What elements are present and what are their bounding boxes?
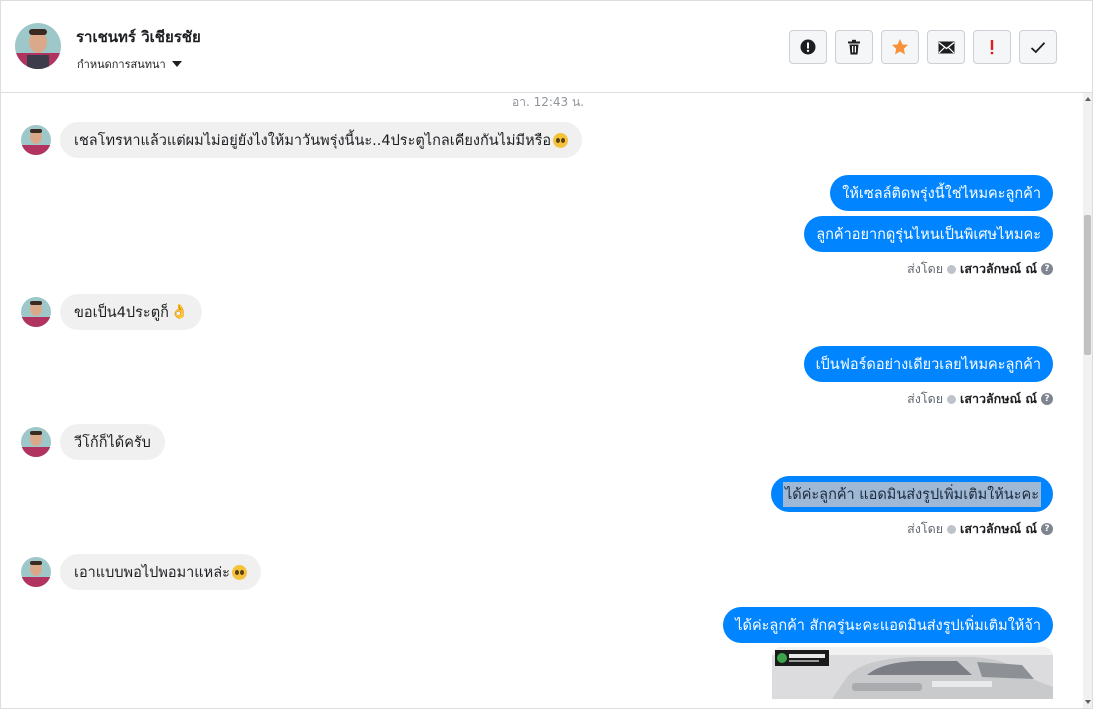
conversation-actions: [789, 30, 1057, 64]
mark-unread-button[interactable]: [927, 30, 965, 64]
assign-conversation-dropdown[interactable]: กำหนดการสนทนา: [77, 55, 182, 73]
help-icon[interactable]: ?: [1041, 523, 1053, 535]
contact-name[interactable]: ราเชนทร์ วิเชียรชัย: [76, 25, 201, 49]
message-text: ให้เซลล์ติดพรุ่งนี้ใช่ไหมคะลูกค้า: [842, 185, 1041, 202]
incoming-message: วีโก้ก็ได้ครับ: [21, 424, 165, 460]
message-thread[interactable]: อา. 12:43 น. เชลโทรหาแล้วแต่ผมไม่อยู่ยัง…: [1, 93, 1083, 708]
contact-avatar-small[interactable]: [21, 125, 51, 155]
help-icon[interactable]: ?: [1041, 393, 1053, 405]
scroll-down-icon[interactable]: [1085, 700, 1091, 704]
star-icon: [892, 39, 908, 55]
sender-name[interactable]: เสาวลักษณ์ ณ์: [960, 389, 1037, 409]
report-button[interactable]: [789, 30, 827, 64]
sender-name[interactable]: เสาวลักษณ์ ณ์: [960, 519, 1037, 539]
contact-avatar[interactable]: [15, 23, 61, 69]
outgoing-message[interactable]: เป็นฟอร์ดอย่างเดียวเลยไหมคะลูกค้า: [803, 346, 1053, 382]
contact-avatar-small[interactable]: [21, 557, 51, 587]
sent-by-prefix: ส่งโดย: [907, 521, 944, 536]
sent-by-label: ส่งโดย เสาวลักษณ์ ณ์ ?: [907, 519, 1053, 539]
star-button[interactable]: [881, 30, 919, 64]
important-button[interactable]: [973, 30, 1011, 64]
scroll-up-icon[interactable]: [1085, 97, 1091, 101]
outgoing-message[interactable]: ลูกค้าอยากดูรุ่นไหนเป็นพิเศษไหมคะ: [804, 216, 1053, 252]
thread-timestamp: อา. 12:43 น.: [512, 95, 584, 109]
contact-avatar-small[interactable]: [21, 427, 51, 457]
outgoing-message[interactable]: ได้ค่ะลูกค้า สักครู่นะคะแอดมินส่งรูปเพิ่…: [723, 607, 1053, 643]
messenger-conversation-window: ราเชนทร์ วิเชียรชัย กำหนดการสนทนา อา. 12…: [0, 0, 1093, 709]
caret-down-icon: [171, 61, 182, 67]
message-text: ลูกค้าอยากดูรุ่นไหนเป็นพิเศษไหมคะ: [816, 226, 1041, 243]
sent-by-prefix: ส่งโดย: [907, 391, 944, 406]
verified-icon: [947, 264, 957, 274]
sent-by-label: ส่งโดย เสาวลักษณ์ ณ์ ?: [907, 259, 1053, 279]
outgoing-message[interactable]: ให้เซลล์ติดพรุ่งนี้ใช่ไหมคะลูกค้า: [830, 175, 1053, 211]
done-button[interactable]: [1019, 30, 1057, 64]
delete-button[interactable]: [835, 30, 873, 64]
message-bubble[interactable]: ขอเป็น4ประตูก็ 👌: [60, 294, 203, 330]
message-bubble[interactable]: เชลโทรหาแล้วแต่ผมไม่อยู่ยังไงให้มาวันพรุ…: [60, 122, 583, 158]
pleading-face-icon: [553, 132, 569, 148]
incoming-message: เอาแบบพอไปพอมาแหล่ะ: [21, 554, 261, 590]
thread-scrollbar[interactable]: [1083, 93, 1092, 708]
assign-conversation-label: กำหนดการสนทนา: [77, 58, 166, 71]
help-icon[interactable]: ?: [1041, 263, 1053, 275]
message-bubble[interactable]: วีโก้ก็ได้ครับ: [60, 424, 165, 460]
sent-by-label: ส่งโดย เสาวลักษณ์ ณ์ ?: [907, 389, 1053, 409]
incoming-message: ขอเป็น4ประตูก็ 👌: [21, 294, 203, 330]
contact-avatar-small[interactable]: [21, 297, 51, 327]
alert-circle-icon: [800, 39, 816, 55]
check-icon: [1030, 41, 1046, 53]
message-text: วีโก้ก็ได้ครับ: [74, 434, 151, 451]
verified-icon: [947, 394, 957, 404]
ok-hand-icon: 👌: [170, 304, 189, 320]
incoming-message: เชลโทรหาแล้วแต่ผมไม่อยู่ยังไงให้มาวันพรุ…: [21, 122, 583, 158]
car-photo-attachment[interactable]: [772, 647, 1053, 699]
message-text: ได้ค่ะลูกค้า แอดมินส่งรูปเพิ่มเติมให้นะค…: [782, 481, 1041, 507]
message-bubble[interactable]: เอาแบบพอไปพอมาแหล่ะ: [60, 554, 261, 590]
exclamation-icon: [990, 40, 994, 55]
message-text: เป็นฟอร์ดอย่างเดียวเลยไหมคะลูกค้า: [815, 356, 1041, 373]
trash-icon: [848, 39, 860, 55]
mail-icon: [938, 41, 954, 53]
message-text: เอาแบบพอไปพอมาแหล่ะ: [74, 564, 230, 581]
message-text: เชลโทรหาแล้วแต่ผมไม่อยู่ยังไงให้มาวันพรุ…: [74, 132, 552, 149]
message-text: ได้ค่ะลูกค้า สักครู่นะคะแอดมินส่งรูปเพิ่…: [735, 617, 1041, 634]
sender-name[interactable]: เสาวลักษณ์ ณ์: [960, 259, 1037, 279]
sent-by-prefix: ส่งโดย: [907, 261, 944, 276]
conversation-header: ราเชนทร์ วิเชียรชัย กำหนดการสนทนา: [1, 1, 1092, 93]
outgoing-message[interactable]: ได้ค่ะลูกค้า แอดมินส่งรูปเพิ่มเติมให้นะค…: [770, 476, 1053, 512]
message-text: ขอเป็น4ประตูก็: [74, 304, 169, 321]
verified-icon: [947, 524, 957, 534]
pleading-face-icon: [231, 564, 247, 580]
scrollbar-thumb[interactable]: [1084, 215, 1091, 355]
